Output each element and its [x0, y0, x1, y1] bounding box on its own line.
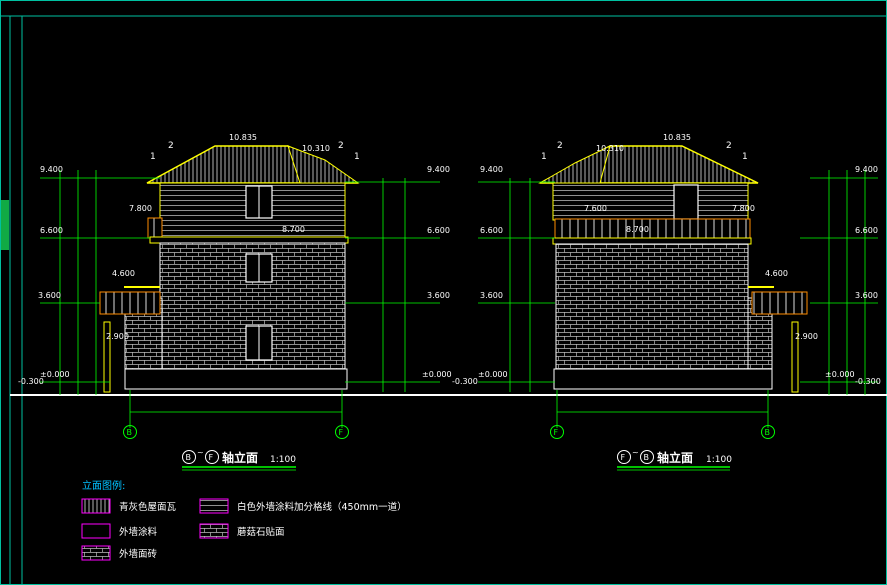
left-title-ax1: B — [186, 453, 192, 462]
left-title-tilde: ~ — [197, 448, 204, 457]
left-wall-level: 2.900 — [106, 332, 129, 341]
right-elevation: 10.835 10.310 2 1 2 1 9.400 6.600 3.600 … — [478, 133, 881, 471]
right-callout-b2: 1 — [742, 152, 748, 162]
legend-label-white-paint: 白色外墙涂料加分格线（450mm一道） — [237, 501, 407, 513]
left-ridge-level: 10.835 — [229, 133, 257, 142]
left-title-scale: 1:100 — [270, 455, 296, 465]
legend-swatch-roof — [81, 498, 111, 514]
left-callout-a2: 2 — [338, 141, 344, 151]
legend-swatch-stone — [199, 523, 229, 539]
left-callout-a: 2 — [168, 141, 174, 151]
right-level-upper: 6.600 — [480, 226, 503, 235]
left-level-top: 9.400 — [40, 165, 63, 174]
left-level-mid: 3.600 — [38, 291, 61, 300]
right-balcony-l-level: 7.600 — [584, 204, 607, 213]
right-title-text: 轴立面 — [657, 450, 693, 465]
left-canopy — [99, 291, 161, 315]
right-title-ax2: B — [644, 453, 650, 462]
right-canopy — [751, 291, 808, 315]
legend-swatch-tile — [81, 545, 111, 561]
left-axis-start: B — [127, 428, 133, 437]
left-level-ground: ±0.000 — [40, 370, 70, 379]
right-callout-a: 2 — [557, 141, 563, 151]
right-level-top: 9.400 — [480, 165, 503, 174]
left-roof2-level: 8.700 — [282, 225, 305, 234]
right-title-tilde: ~ — [632, 448, 639, 457]
right-r-level-out: -0.300 — [855, 377, 881, 386]
right-level-mid: 3.600 — [480, 291, 503, 300]
left-callout-b: 1 — [150, 152, 156, 162]
right-axis-start: F — [554, 428, 559, 437]
legend-label-paint: 外墙涂料 — [119, 526, 158, 538]
left-callout-b2: 1 — [354, 152, 360, 162]
right-r-level-ground: ±0.000 — [825, 370, 855, 379]
left-level-upper: 6.600 — [40, 226, 63, 235]
left-canopy-level: 4.600 — [112, 269, 135, 278]
right-r-level-top: 9.400 — [855, 165, 878, 174]
left-r-level-top: 9.400 — [427, 165, 450, 174]
left-level-out: -0.300 — [18, 377, 44, 386]
right-r-level-mid: 3.600 — [855, 291, 878, 300]
left-r-level-mid: 3.600 — [427, 291, 450, 300]
right-top-floor — [552, 182, 749, 221]
right-balcony-r-level: 7.800 — [732, 204, 755, 213]
legend-label-roof: 青灰色屋面瓦 — [119, 501, 177, 513]
right-r-level-upper: 6.600 — [855, 226, 878, 235]
right-ridge-level: 10.835 — [663, 133, 691, 142]
right-door-top — [673, 184, 699, 220]
elevation-drawing: 10.835 10.310 2 1 2 1 9.400 6.600 3.600 … — [0, 0, 887, 585]
left-r-level-ground: ±0.000 — [422, 370, 452, 379]
right-callout-a2: 2 — [726, 141, 732, 151]
legend-swatch-paint — [81, 523, 111, 539]
right-wall-level: 2.900 — [795, 332, 818, 341]
left-title-ax2: F — [209, 453, 214, 462]
right-title-ax1: F — [621, 453, 626, 462]
legend-label-stone: 蘑菇石贴面 — [237, 526, 285, 538]
left-r-level-upper: 6.600 — [427, 226, 450, 235]
legend-title: 立面图例: — [82, 479, 125, 492]
right-canopy-level: 4.600 — [765, 269, 788, 278]
legend-swatch-white-paint — [199, 498, 229, 514]
right-level-ground: ±0.000 — [478, 370, 508, 379]
left-eave-level: 10.310 — [302, 144, 330, 153]
right-brick-wall — [555, 243, 749, 370]
legend: 立面图例: 青灰色屋面瓦 白色外墙涂料加分格线（450mm一道） 外墙涂料 蘑菇… — [81, 479, 407, 561]
left-balcony — [147, 217, 163, 239]
legend-label-tile: 外墙面砖 — [119, 548, 158, 560]
left-balcony-level: 7.800 — [129, 204, 152, 213]
right-eave-level: 10.310 — [596, 144, 624, 153]
right-title-scale: 1:100 — [706, 455, 732, 465]
right-callout-b: 1 — [541, 152, 547, 162]
right-balcony — [554, 218, 751, 240]
left-r-level-out: -0.300 — [452, 377, 478, 386]
left-elevation: 10.835 10.310 2 1 2 1 9.400 6.600 3.600 … — [18, 133, 478, 471]
left-axis-end: F — [339, 428, 344, 437]
left-title-text: 轴立面 — [222, 450, 258, 465]
right-roof2-level: 8.700 — [626, 225, 649, 234]
right-axis-end: B — [765, 428, 771, 437]
